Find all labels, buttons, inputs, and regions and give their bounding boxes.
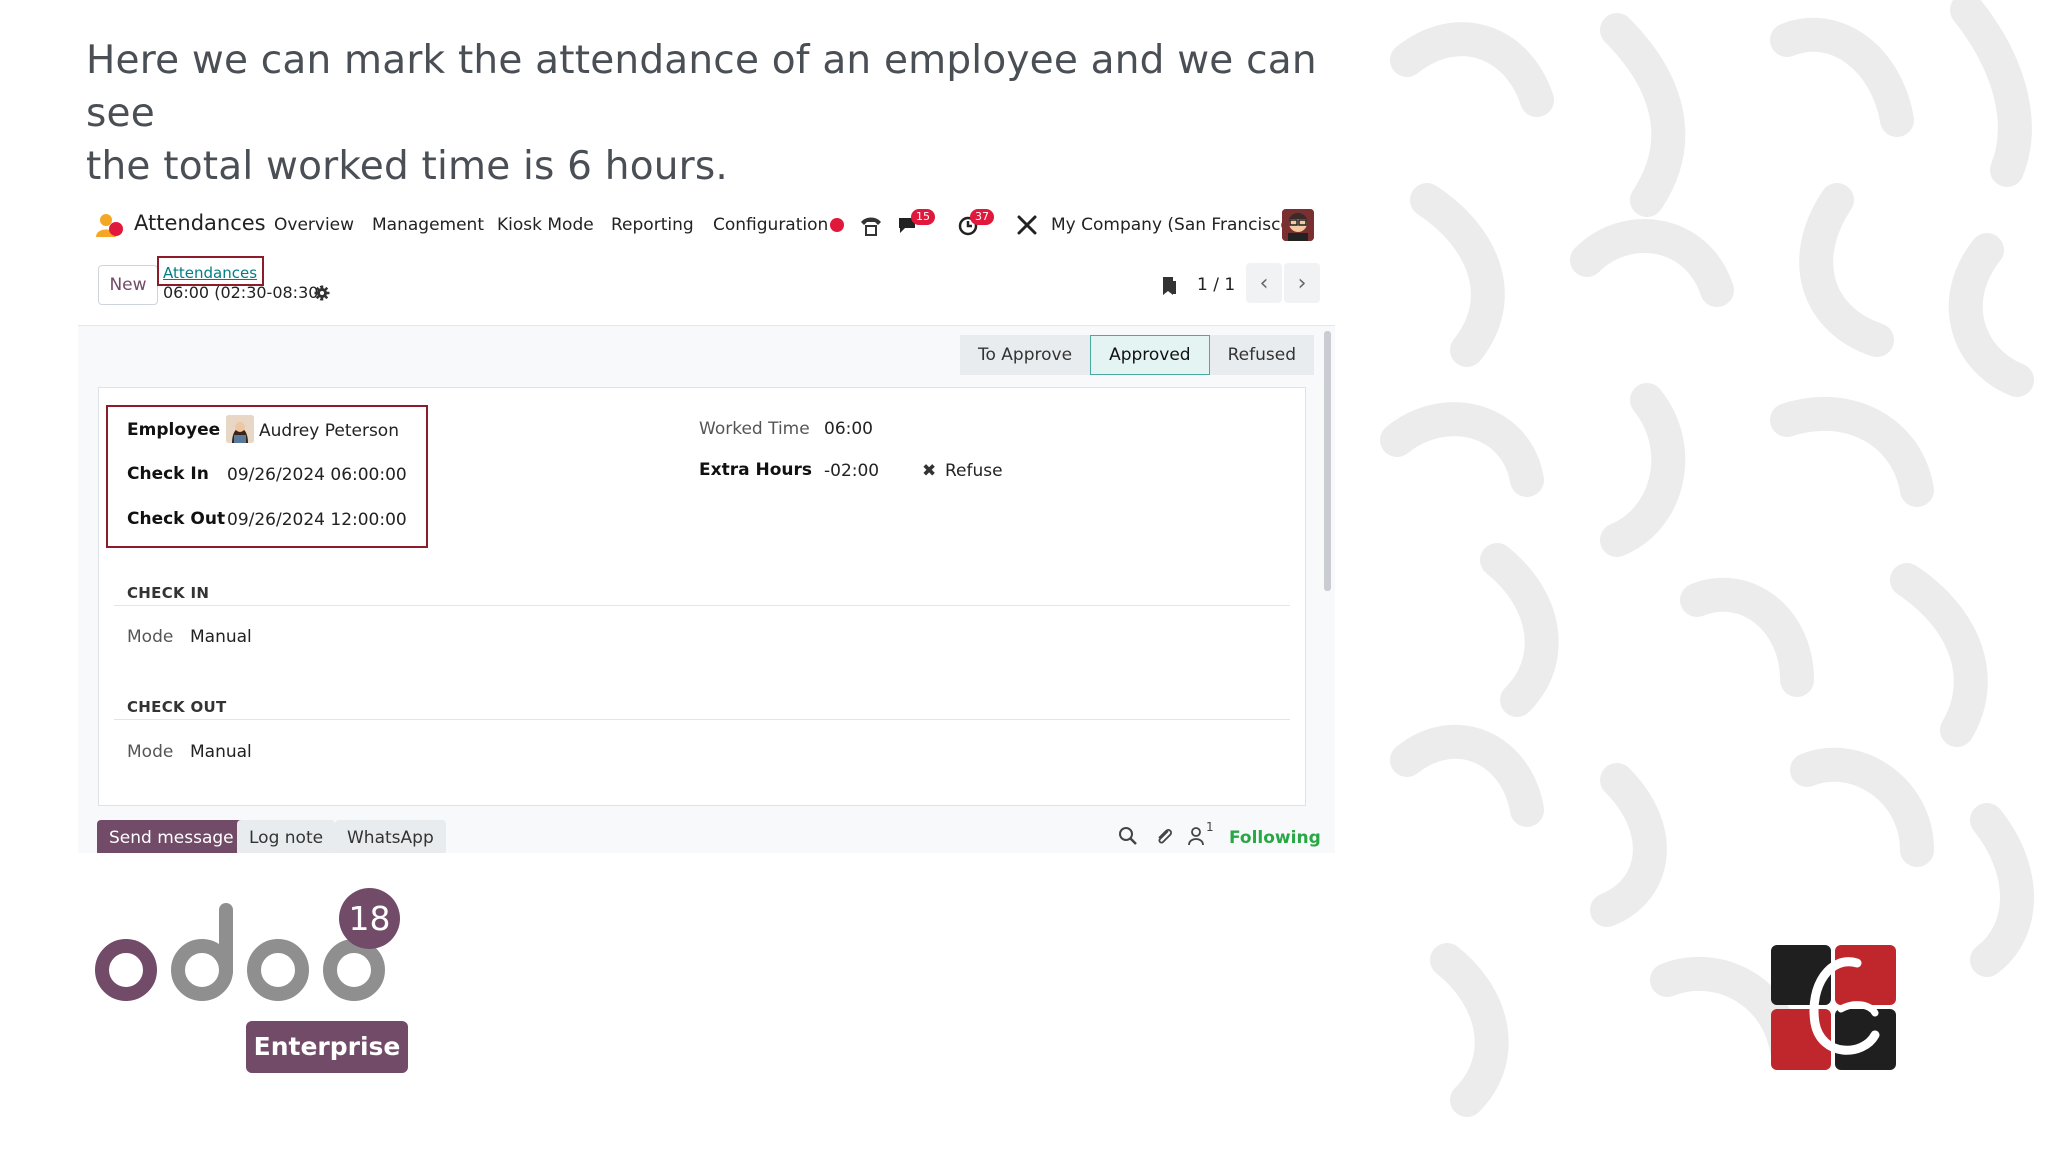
debug-tools-icon[interactable] bbox=[1014, 212, 1040, 238]
employee-label: Employee bbox=[127, 420, 221, 440]
slide-caption: Here we can mark the attendance of an em… bbox=[86, 34, 1386, 193]
user-avatar[interactable] bbox=[1282, 209, 1314, 241]
pager-previous-icon[interactable]: ‹ bbox=[1246, 263, 1282, 303]
breadcrumb-attendances[interactable]: Attendances bbox=[163, 264, 257, 282]
attendances-app-icon[interactable] bbox=[96, 213, 124, 239]
menu-configuration[interactable]: Configuration bbox=[713, 215, 828, 235]
section-divider bbox=[114, 719, 1290, 720]
bookmark-icon[interactable] bbox=[1161, 275, 1177, 297]
menu-overview[interactable]: Overview bbox=[274, 215, 354, 235]
whatsapp-button[interactable]: WhatsApp bbox=[335, 820, 446, 853]
gear-icon[interactable] bbox=[314, 285, 330, 301]
phone-icon[interactable] bbox=[858, 212, 884, 238]
enterprise-badge: Enterprise bbox=[246, 1021, 408, 1073]
attendance-app: Attendances Overview Management Kiosk Mo… bbox=[78, 195, 1335, 853]
check-out-section-title: CHECK OUT bbox=[127, 698, 227, 716]
log-note-button[interactable]: Log note bbox=[237, 820, 336, 853]
chatter-toolbar: Send message Log note WhatsApp 1 Followi… bbox=[78, 820, 1335, 853]
messages-badge: 15 bbox=[911, 209, 935, 225]
employee-value[interactable]: Audrey Peterson bbox=[259, 421, 399, 441]
refuse-button[interactable]: Refuse bbox=[945, 461, 1003, 481]
following-button[interactable]: Following bbox=[1229, 828, 1321, 848]
menu-kiosk-mode[interactable]: Kiosk Mode bbox=[497, 215, 594, 235]
paperclip-icon[interactable] bbox=[1154, 826, 1174, 846]
caption-line-1: Here we can mark the attendance of an em… bbox=[86, 38, 1317, 136]
close-icon[interactable]: ✖ bbox=[922, 461, 936, 481]
scrollbar[interactable] bbox=[1324, 331, 1331, 591]
recording-dot-icon[interactable] bbox=[830, 218, 844, 232]
worked-time-label: Worked Time bbox=[699, 419, 810, 439]
decorative-pattern bbox=[1367, 0, 2048, 1152]
caption-line-2: the total worked time is 6 hours. bbox=[86, 144, 729, 189]
activities-badge: 37 bbox=[970, 209, 994, 225]
extra-hours-label: Extra Hours bbox=[699, 460, 812, 480]
search-icon[interactable] bbox=[1118, 826, 1138, 846]
company-switcher[interactable]: My Company (San Francisco) bbox=[1051, 215, 1297, 235]
top-navbar: Attendances Overview Management Kiosk Mo… bbox=[78, 195, 1335, 255]
stage-to-approve[interactable]: To Approve bbox=[960, 335, 1091, 375]
followers-count: 1 bbox=[1206, 820, 1214, 834]
check-in-section-title: CHECK IN bbox=[127, 584, 210, 602]
check-out-label: Check Out bbox=[127, 509, 226, 529]
check-in-mode-value: Manual bbox=[190, 627, 252, 647]
employee-avatar bbox=[226, 415, 254, 443]
company-brand-logo bbox=[1771, 945, 1896, 1070]
version-badge: 18 bbox=[339, 888, 400, 949]
section-divider bbox=[114, 605, 1290, 606]
check-in-value[interactable]: 09/26/2024 06:00:00 bbox=[227, 465, 407, 485]
control-panel: New Attendances 06:00 (02:30-08:30) 1 / … bbox=[78, 255, 1335, 319]
status-bar: To Approve Approved Refused bbox=[960, 335, 1314, 375]
stage-refused[interactable]: Refused bbox=[1209, 335, 1314, 375]
app-name[interactable]: Attendances bbox=[134, 211, 266, 235]
stage-approved[interactable]: Approved bbox=[1090, 335, 1210, 375]
pager-next-icon[interactable]: › bbox=[1284, 263, 1320, 303]
menu-management[interactable]: Management bbox=[372, 215, 484, 235]
menu-reporting[interactable]: Reporting bbox=[611, 215, 694, 235]
check-out-mode-value: Manual bbox=[190, 742, 252, 762]
check-in-mode-label: Mode bbox=[127, 627, 174, 647]
followers-icon[interactable] bbox=[1187, 826, 1207, 846]
check-out-value[interactable]: 09/26/2024 12:00:00 bbox=[227, 510, 407, 530]
pager-value[interactable]: 1 / 1 bbox=[1197, 275, 1235, 295]
check-in-label: Check In bbox=[127, 464, 209, 484]
new-button[interactable]: New bbox=[98, 265, 158, 305]
send-message-button[interactable]: Send message bbox=[97, 820, 246, 853]
record-title: 06:00 (02:30-08:30) bbox=[163, 283, 325, 302]
worked-time-value: 06:00 bbox=[824, 419, 873, 439]
check-out-mode-label: Mode bbox=[127, 742, 174, 762]
extra-hours-value: -02:00 bbox=[824, 461, 880, 481]
